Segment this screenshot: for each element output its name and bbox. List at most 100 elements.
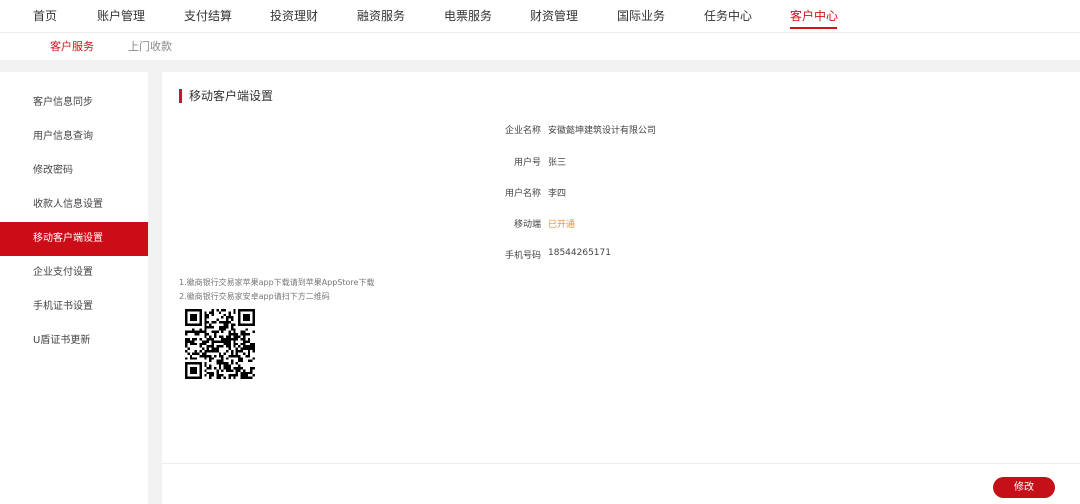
subnav-item-customer-service[interactable]: 客户服务 <box>50 40 94 54</box>
nav-item-account-management[interactable]: 账户管理 <box>97 8 145 24</box>
qr-module <box>192 330 195 334</box>
qr-module <box>238 311 241 314</box>
qr-module <box>189 340 193 343</box>
qr-module <box>192 376 195 379</box>
sidebar-item-enterprise-payment-settings[interactable]: 企业支付设置 <box>0 256 148 290</box>
nav-item-task-center[interactable]: 任务中心 <box>704 8 752 24</box>
qr-module <box>206 316 210 319</box>
qr-module <box>216 347 219 351</box>
qr-module <box>223 352 227 355</box>
sidebar-item-customer-info-sync[interactable]: 客户信息同步 <box>0 86 148 120</box>
qr-module <box>247 371 251 375</box>
sidebar-item-user-info-query[interactable]: 用户信息查询 <box>0 120 148 154</box>
qr-module <box>194 357 198 360</box>
nav-item-treasury[interactable]: 财资管理 <box>530 8 578 24</box>
qr-module <box>185 362 188 365</box>
qr-module <box>185 357 188 360</box>
qr-module <box>185 333 188 336</box>
sidebar-item-payee-settings[interactable]: 收款人信息设置 <box>0 188 148 222</box>
qr-module <box>211 342 214 346</box>
qr-module <box>211 313 214 317</box>
qr-module <box>213 340 217 343</box>
nav-item-home[interactable]: 首页 <box>33 8 57 24</box>
qr-module <box>242 335 246 338</box>
subnav-item-door-collection[interactable]: 上门收款 <box>128 40 172 54</box>
nav-item-customer-center[interactable]: 客户中心 <box>790 8 838 24</box>
sub-navigation: 客户服务 上门收款 <box>0 32 1080 60</box>
qr-module <box>185 364 188 367</box>
qr-module <box>192 337 195 341</box>
nav-item-investment[interactable]: 投资理财 <box>270 8 318 24</box>
nav-item-international[interactable]: 国际业务 <box>617 8 665 24</box>
qr-module <box>192 323 195 326</box>
qr-module <box>197 362 200 365</box>
user-name-label: 用户名称 <box>504 189 541 199</box>
qr-module <box>216 350 219 353</box>
nav-item-e-bill[interactable]: 电票服务 <box>444 8 492 24</box>
nav-item-payment-settlement[interactable]: 支付结算 <box>184 8 232 24</box>
qr-module <box>242 340 246 343</box>
qr-module <box>185 321 188 324</box>
qr-module <box>216 340 219 343</box>
qr-module <box>211 340 214 343</box>
qr-module <box>209 366 212 370</box>
footer-divider <box>162 463 1080 464</box>
qr-module <box>245 371 248 375</box>
qr-module <box>201 340 205 343</box>
qr-module <box>204 352 207 355</box>
qr-module <box>194 316 198 319</box>
sidebar-item-mobile-client-settings[interactable]: 移动客户端设置 <box>0 222 148 256</box>
qr-module <box>189 369 193 372</box>
qr-module <box>185 318 188 322</box>
qr-module <box>235 347 239 351</box>
qr-module <box>230 333 234 336</box>
qr-module <box>211 325 214 329</box>
sidebar-item-change-password[interactable]: 修改密码 <box>0 154 148 188</box>
qr-module <box>218 354 222 358</box>
qr-module <box>185 309 188 312</box>
qr-module <box>223 337 227 341</box>
android-download-note: 2.徽商银行交易家安卓app请扫下方二维码 <box>179 292 330 301</box>
qr-module <box>204 335 207 338</box>
qr-module <box>245 376 248 379</box>
qr-module <box>192 371 195 375</box>
qr-module <box>247 333 251 336</box>
qr-module <box>213 335 217 338</box>
qr-module <box>252 342 255 346</box>
qr-module <box>233 345 236 348</box>
qr-module <box>221 335 224 338</box>
qr-module <box>250 323 253 326</box>
qr-module <box>223 313 227 317</box>
qr-module <box>221 330 224 334</box>
qr-module <box>189 362 193 365</box>
qr-module <box>240 342 243 346</box>
qr-module <box>252 321 255 324</box>
qr-module <box>185 313 188 317</box>
qr-module <box>226 342 229 346</box>
sidebar-item-ukey-certificate-update[interactable]: U盾证书更新 <box>0 324 148 358</box>
sidebar-item-mobile-certificate-settings[interactable]: 手机证书设置 <box>0 290 148 324</box>
qr-module <box>238 369 241 372</box>
qr-module <box>242 309 246 312</box>
qr-module <box>213 321 217 324</box>
qr-module <box>233 333 236 336</box>
qr-module <box>221 369 224 372</box>
qr-module <box>228 366 231 370</box>
qr-module <box>206 354 210 358</box>
qr-module <box>187 330 190 334</box>
qr-module <box>247 340 251 343</box>
qr-module <box>228 354 231 358</box>
qr-module <box>250 359 253 363</box>
nav-item-financing[interactable]: 融资服务 <box>357 8 405 24</box>
qr-module <box>233 337 236 341</box>
qr-module <box>247 323 251 326</box>
qr-module <box>252 309 255 312</box>
qr-module <box>185 350 188 353</box>
qr-module <box>230 352 234 355</box>
edit-button[interactable]: 修改 <box>993 477 1055 498</box>
qr-module <box>192 309 195 312</box>
qr-module <box>213 333 217 336</box>
qr-module <box>197 330 200 334</box>
qr-module <box>218 374 222 377</box>
qr-module <box>223 340 227 343</box>
